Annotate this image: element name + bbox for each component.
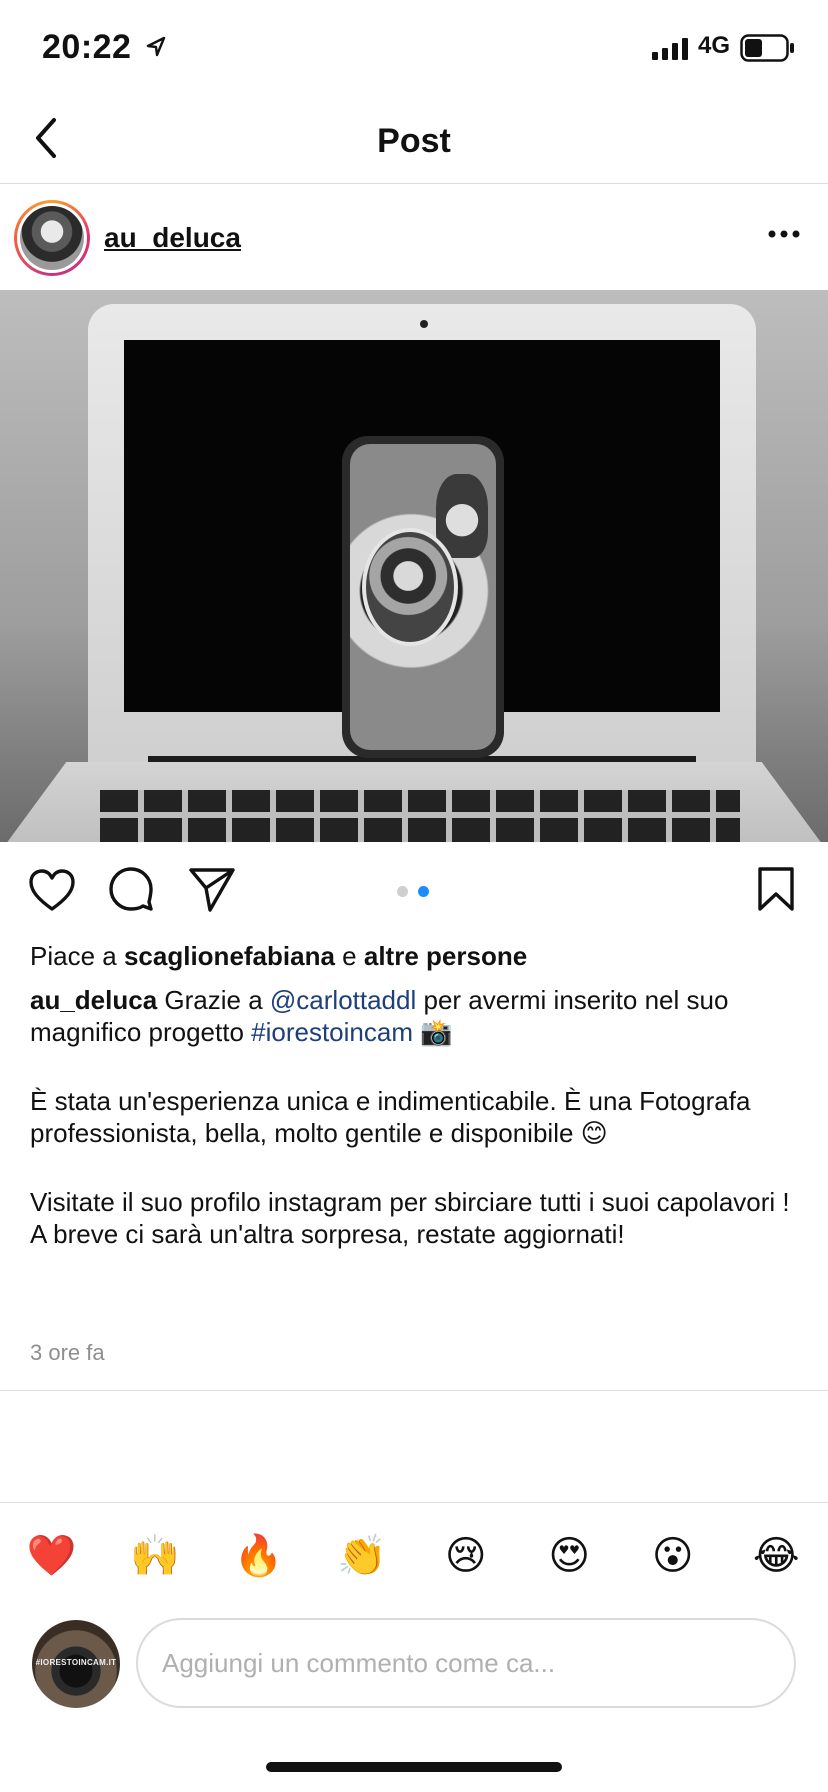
comment-box[interactable] <box>136 1618 796 1708</box>
carousel-dot-active <box>418 886 429 897</box>
post-timestamp: 3 ore fa <box>30 1340 105 1365</box>
smile-emoji: 😊 <box>580 1119 608 1149</box>
ellipsis-icon[interactable] <box>764 224 804 244</box>
keyboard-image <box>100 790 740 842</box>
divider <box>0 1502 828 1503</box>
mention-link[interactable]: @carlottaddl <box>270 985 416 1015</box>
signal-icon <box>652 38 688 60</box>
nav-bar: Post <box>0 100 828 184</box>
post-username[interactable]: au_deluca <box>104 222 241 254</box>
other-likers[interactable]: altre persone <box>364 941 527 971</box>
heart-icon[interactable] <box>28 868 76 912</box>
status-time: 20:22 <box>42 28 132 66</box>
likes-line[interactable]: Piace a scaglionefabiana e altre persone <box>30 940 810 972</box>
bookmark-icon[interactable] <box>756 866 796 912</box>
reaction-raised-hands[interactable]: 🙌 <box>104 1528 208 1584</box>
reaction-heart[interactable]: ❤️ <box>0 1528 104 1584</box>
page-title: Post <box>377 122 451 160</box>
reaction-clap[interactable]: 👏 <box>311 1528 415 1584</box>
reaction-heart-eyes[interactable]: 😍 <box>518 1528 622 1584</box>
reaction-joy[interactable]: 😂 <box>725 1528 828 1584</box>
liker-username[interactable]: scaglionefabiana <box>124 941 335 971</box>
comment-icon[interactable] <box>108 866 154 912</box>
post-caption: au_deluca Grazie a @carlottaddl per aver… <box>30 985 790 1249</box>
quick-reactions: ❤️ 🙌 🔥 👏 😢 😍 😮 😂 <box>0 1528 828 1584</box>
hashtag-link[interactable]: #iorestoincam <box>251 1017 413 1047</box>
phone-image <box>342 436 504 758</box>
carousel-dot <box>397 886 408 897</box>
reaction-cry[interactable]: 😢 <box>414 1528 518 1584</box>
comment-input[interactable] <box>162 1620 762 1706</box>
send-icon[interactable] <box>188 866 236 912</box>
network-type: 4G <box>698 32 731 59</box>
avatar[interactable] <box>14 200 90 276</box>
reaction-surprised[interactable]: 😮 <box>621 1528 725 1584</box>
location-arrow-icon <box>146 36 166 57</box>
reaction-fire[interactable]: 🔥 <box>207 1528 311 1584</box>
home-indicator[interactable] <box>266 1762 562 1772</box>
status-bar: 20:22 4G <box>0 0 828 100</box>
camera-emoji: 📸 <box>420 1018 453 1048</box>
composer-avatar[interactable]: #IORESTOINCAM.IT <box>32 1620 120 1708</box>
post-header: au_deluca <box>0 184 828 290</box>
post-photo[interactable] <box>0 290 828 842</box>
caption-username[interactable]: au_deluca <box>30 985 157 1015</box>
divider <box>0 1390 828 1391</box>
battery-icon <box>740 34 794 62</box>
action-row <box>0 842 828 938</box>
